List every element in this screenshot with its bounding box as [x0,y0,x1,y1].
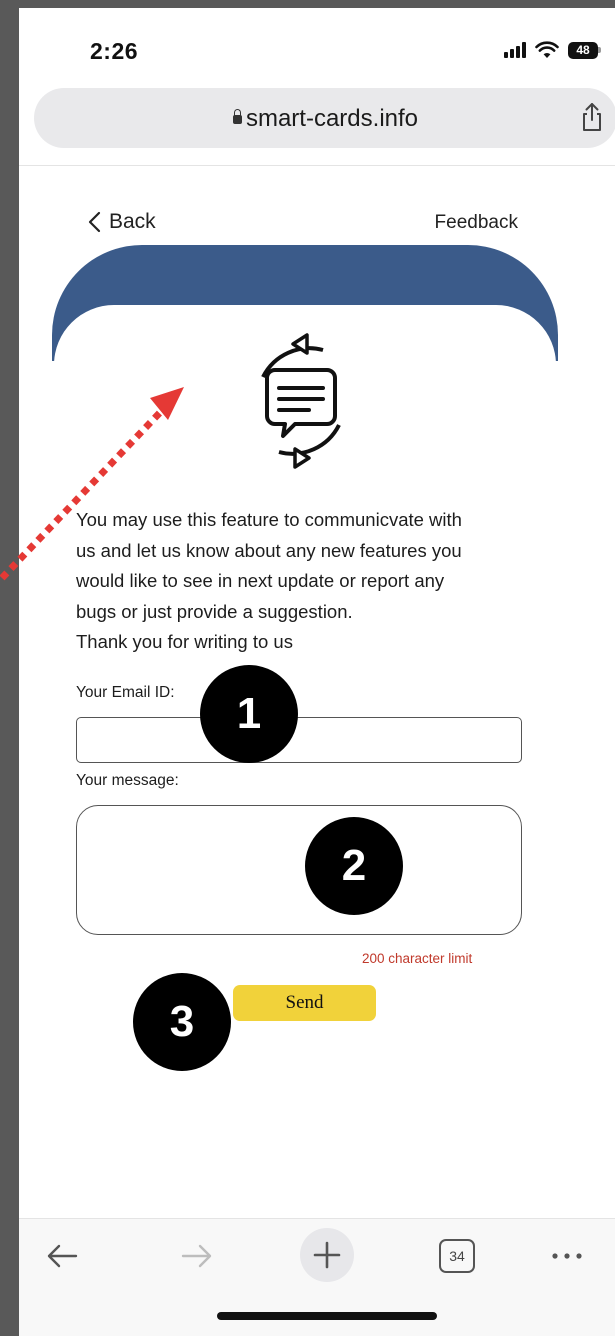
step-badge-1: 1 [200,665,298,763]
step-badge-2: 2 [305,817,403,915]
annotation-arrow [0,387,184,581]
step-badge-3: 3 [133,973,231,1071]
